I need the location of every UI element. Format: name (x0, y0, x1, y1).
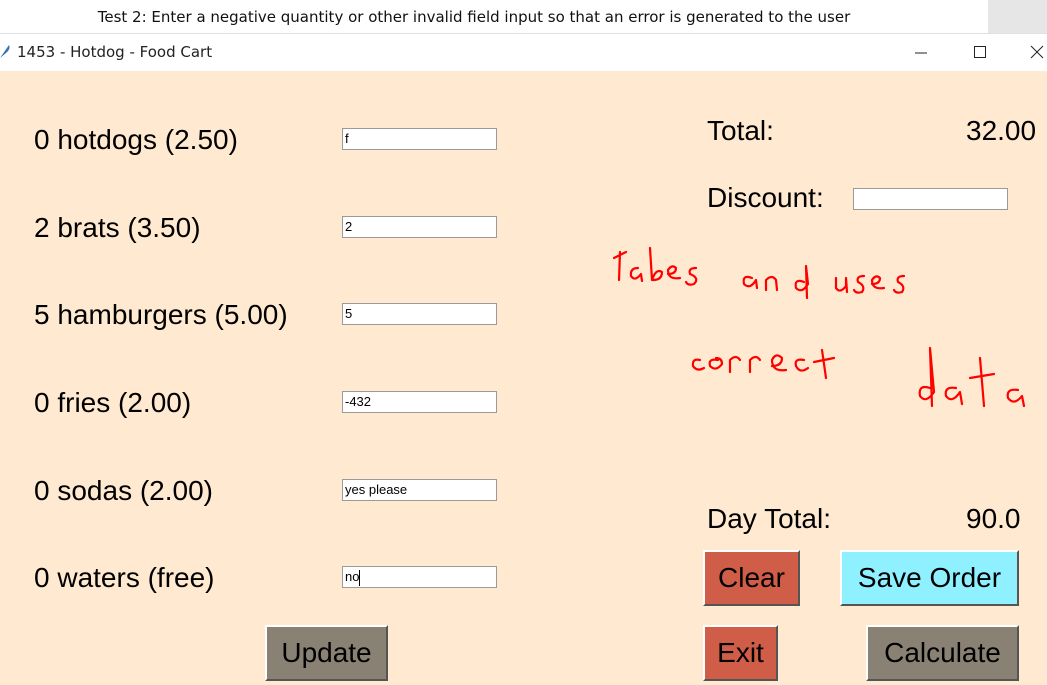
item-label-waters: 0 waters (free) (34, 562, 215, 593)
calculate-button[interactable]: Calculate (866, 625, 1019, 681)
item-label-sodas: 0 sodas (2.00) (34, 475, 213, 506)
scrollbar[interactable] (988, 0, 1047, 33)
maximize-button[interactable] (957, 34, 1003, 70)
feather-icon (0, 45, 10, 58)
day-total-value: 90.0 (966, 503, 1021, 534)
item-label-hamburgers: 5 hamburgers (5.00) (34, 299, 288, 330)
item-label-hotdogs: 0 hotdogs (2.50) (34, 124, 238, 155)
caption-bar: Test 2: Enter a negative quantity or oth… (0, 0, 1047, 33)
waters-quantity-value: no (345, 569, 360, 584)
fries-quantity-value: -432 (345, 394, 372, 409)
update-button[interactable]: Update (265, 625, 388, 681)
hotdogs-quantity-value: f (345, 131, 349, 146)
fries-quantity-input[interactable]: -432 (342, 391, 497, 413)
item-label-fries: 0 fries (2.00) (34, 387, 192, 418)
clear-button[interactable]: Clear (703, 550, 800, 606)
maximize-icon (974, 46, 986, 58)
minimize-button[interactable] (898, 34, 944, 70)
total-label: Total: (707, 115, 774, 146)
window-title: 1453 - Hotdog - Food Cart (17, 43, 213, 61)
hamburgers-quantity-input[interactable]: 5 (342, 303, 497, 325)
hamburgers-quantity-value: 5 (345, 306, 353, 321)
minimize-icon (915, 52, 927, 54)
brats-quantity-input[interactable]: 2 (342, 216, 497, 238)
day-total-label: Day Total: (707, 503, 831, 534)
handwritten-annotation (612, 246, 1026, 408)
total-value: 32.00 (966, 115, 1037, 146)
sodas-quantity-value: yes please (345, 482, 408, 497)
close-button[interactable] (1014, 34, 1047, 70)
waters-quantity-input[interactable]: no (342, 566, 497, 588)
exit-button[interactable]: Exit (703, 625, 778, 681)
caption-text: Test 2: Enter a negative quantity or oth… (97, 8, 851, 26)
hotdogs-quantity-input[interactable]: f (342, 128, 497, 150)
item-label-brats: 2 brats (3.50) (34, 212, 201, 243)
sodas-quantity-input[interactable]: yes please (342, 479, 497, 501)
save-order-button[interactable]: Save Order (840, 550, 1019, 606)
close-icon (1030, 45, 1044, 59)
discount-label: Discount: (707, 182, 824, 213)
discount-input[interactable] (853, 188, 1008, 210)
text-cursor (359, 569, 361, 586)
brats-quantity-value: 2 (345, 219, 353, 234)
